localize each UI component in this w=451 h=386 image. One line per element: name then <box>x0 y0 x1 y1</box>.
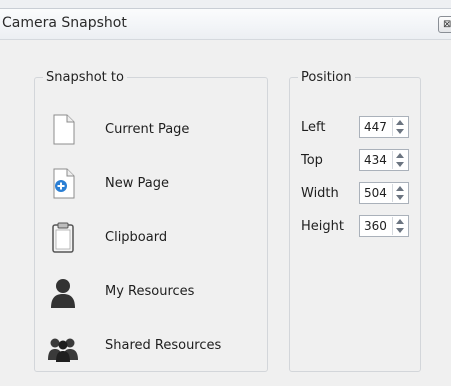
position-legend: Position <box>301 70 352 85</box>
field-label: Left <box>301 120 326 135</box>
spin-up-icon[interactable] <box>396 153 404 158</box>
close-icon: ⊠ <box>443 19 451 30</box>
clipboard-icon <box>52 222 74 253</box>
snapshot-my-resources[interactable]: My Resources <box>47 275 257 311</box>
person-icon <box>51 279 75 308</box>
snapshot-item-label: My Resources <box>105 284 195 299</box>
position-top-row: Top 434 <box>290 149 420 173</box>
spin-buttons[interactable] <box>392 151 407 169</box>
height-value[interactable]: 360 <box>364 219 387 233</box>
snapshot-item-label: Current Page <box>105 122 190 137</box>
camera-snapshot-dialog: Camera Snapshot ⊠ Snapshot to Current Pa… <box>0 8 451 386</box>
position-height-row: Height 360 <box>290 215 420 239</box>
spin-buttons[interactable] <box>392 184 407 202</box>
spin-down-icon[interactable] <box>396 162 404 167</box>
position-width-row: Width 504 <box>290 182 420 206</box>
close-button[interactable]: ⊠ <box>438 16 451 33</box>
spin-up-icon[interactable] <box>396 120 404 125</box>
page-icon <box>53 114 75 145</box>
spin-down-icon[interactable] <box>396 228 404 233</box>
top-value[interactable]: 434 <box>364 153 387 167</box>
position-left-row: Left 447 <box>290 116 420 140</box>
spin-buttons[interactable] <box>392 118 407 136</box>
snapshot-to-group: Snapshot to Current Page New Page Clipbo… <box>34 70 268 372</box>
snapshot-shared-resources[interactable]: Shared Resources <box>47 329 257 365</box>
spin-up-icon[interactable] <box>396 219 404 224</box>
snapshot-item-label: New Page <box>105 176 169 191</box>
position-group: Position Left 447 Top 434 Width 504 Heig… <box>289 70 421 372</box>
spin-up-icon[interactable] <box>396 186 404 191</box>
snapshot-to-legend: Snapshot to <box>46 70 124 85</box>
dialog-title: Camera Snapshot <box>2 15 127 31</box>
spin-down-icon[interactable] <box>396 195 404 200</box>
people-icon <box>48 338 78 362</box>
spin-down-icon[interactable] <box>396 129 404 134</box>
title-bar: Camera Snapshot ⊠ <box>0 9 451 40</box>
snapshot-item-label: Shared Resources <box>105 338 222 353</box>
top-spinbox[interactable]: 434 <box>359 149 409 171</box>
height-spinbox[interactable]: 360 <box>359 215 409 237</box>
left-value[interactable]: 447 <box>364 120 387 134</box>
snapshot-clipboard[interactable]: Clipboard <box>47 221 257 257</box>
snapshot-item-label: Clipboard <box>105 230 168 245</box>
left-spinbox[interactable]: 447 <box>359 116 409 138</box>
field-label: Top <box>301 153 323 168</box>
snapshot-new-page[interactable]: New Page <box>47 167 257 203</box>
field-label: Height <box>301 219 344 234</box>
spin-buttons[interactable] <box>392 217 407 235</box>
field-label: Width <box>301 186 339 201</box>
new-page-icon <box>53 168 75 199</box>
snapshot-current-page[interactable]: Current Page <box>47 113 257 149</box>
width-spinbox[interactable]: 504 <box>359 182 409 204</box>
width-value[interactable]: 504 <box>364 186 387 200</box>
